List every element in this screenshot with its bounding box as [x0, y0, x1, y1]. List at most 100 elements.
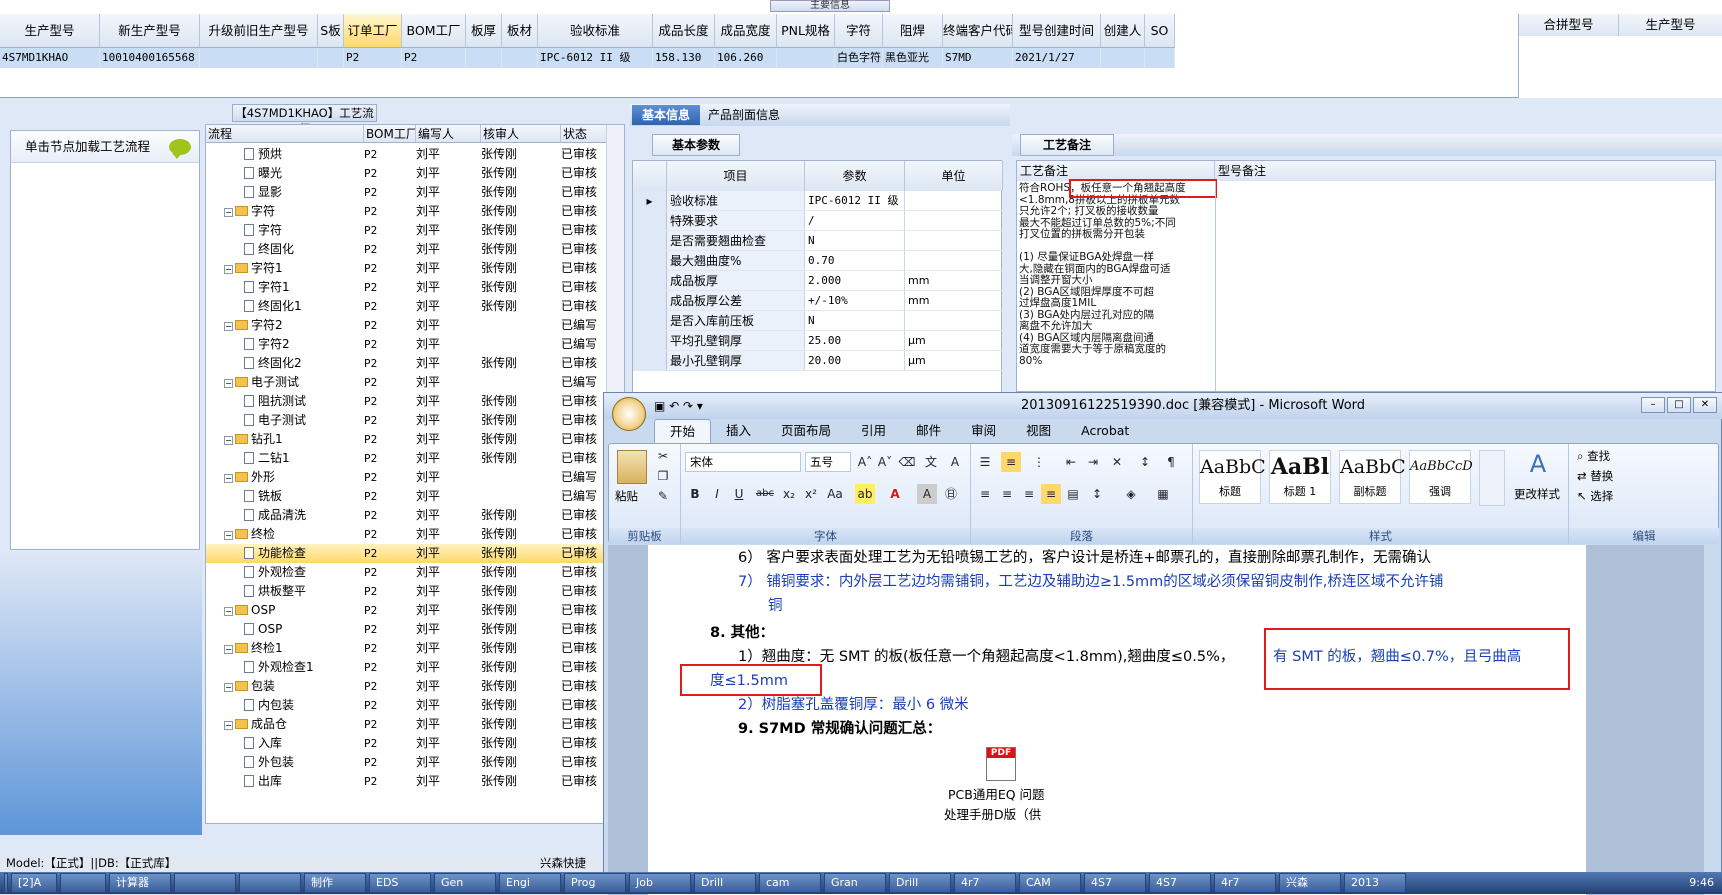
flow-node[interactable]: 预烘 [206, 145, 364, 164]
flow-node[interactable]: 成品清洗 [206, 506, 364, 525]
flow-node[interactable]: − 电子测试 [206, 373, 364, 392]
change-case-icon[interactable]: Aa [825, 484, 845, 504]
taskbar-button[interactable]: Gran [824, 873, 886, 893]
decrease-indent-icon[interactable]: ⇤ [1061, 452, 1081, 472]
flow-node[interactable]: 终固化1 [206, 297, 364, 316]
flow-node[interactable]: 电子测试 [206, 411, 364, 430]
tab-basic-info[interactable]: 基本信息 [632, 105, 700, 125]
flow-node[interactable]: OSP [206, 620, 364, 639]
top-cell[interactable]: P2 [402, 48, 466, 68]
top-col-header[interactable]: 字符 [835, 14, 883, 47]
ribbon-tab[interactable]: 视图 [1011, 419, 1066, 443]
notes-col-model[interactable]: 型号备注 [1215, 161, 1715, 181]
top-col-header[interactable]: SO [1145, 14, 1175, 47]
tab-basic-params[interactable]: 基本参数 [652, 134, 740, 156]
top-cell[interactable]: 10010400165568 [100, 48, 200, 68]
load-flow-button[interactable]: 单击节点加载工艺流程 [11, 131, 199, 163]
merge-model-header[interactable]: 合拼型号 [1519, 14, 1619, 36]
flow-tree-grid[interactable]: 流程 BOM工厂 编写人 核审人 状态 预烘 P2 刘平 张传刚 已审核 曝光 P2 刘平 张传… [205, 124, 625, 824]
flow-row[interactable]: − OSP P2 刘平 张传刚 已审核 [206, 601, 624, 620]
param-value[interactable]: 25.00 [805, 331, 905, 350]
top-col-header[interactable]: 型号创建时间 [1013, 14, 1101, 47]
taskbar-button[interactable]: Drill [694, 873, 756, 893]
top-cell[interactable] [1145, 48, 1175, 68]
flow-row[interactable]: 终固化2 P2 刘平 张传刚 已审核 [206, 354, 624, 373]
flow-node[interactable]: − 字符2 [206, 316, 364, 335]
clear-format-icon[interactable]: ⌫ [897, 452, 917, 472]
flow-row[interactable]: 终固化1 P2 刘平 张传刚 已审核 [206, 297, 624, 316]
row-selector[interactable] [633, 331, 667, 350]
flow-node[interactable]: 烘板整平 [206, 582, 364, 601]
top-cell[interactable]: 2021/1/27 [1013, 48, 1101, 68]
top-cell[interactable] [318, 48, 344, 68]
collapse-icon[interactable]: − [224, 265, 233, 274]
param-value[interactable]: +/-10% [805, 291, 905, 310]
taskbar-button[interactable] [60, 873, 106, 893]
param-row[interactable]: 最大翘曲度% 0.70 [633, 251, 1003, 271]
flow-node[interactable]: − OSP [206, 601, 364, 620]
param-row[interactable]: ▸ 验收标准 IPC-6012 II 级 [633, 191, 1003, 211]
collapse-icon[interactable]: − [224, 531, 233, 540]
highlight-icon[interactable]: ab [855, 484, 875, 504]
param-value[interactable]: IPC-6012 II 级 [805, 191, 905, 210]
style-item[interactable]: AaBbCcD 强调 [1409, 450, 1473, 504]
param-value[interactable]: N [805, 231, 905, 250]
top-cell[interactable] [466, 48, 502, 68]
flow-node[interactable]: 外观检查 [206, 563, 364, 582]
row-selector[interactable] [633, 291, 667, 310]
top-cell[interactable] [1101, 48, 1145, 68]
flow-row[interactable]: 终固化 P2 刘平 张传刚 已审核 [206, 240, 624, 259]
top-cell[interactable]: 106.260 [715, 48, 777, 68]
top-col-header[interactable]: 板厚 [466, 14, 502, 47]
replace-button[interactable]: ⇄ 替换 [1577, 468, 1613, 484]
show-marks-icon[interactable]: ¶ [1161, 452, 1181, 472]
find-button[interactable]: ⌕ 查找 [1577, 448, 1610, 464]
format-painter-icon[interactable]: ✎ [653, 486, 673, 506]
flow-node[interactable]: 外包装 [206, 753, 364, 772]
top-col-header[interactable]: BOM工厂 [402, 14, 466, 47]
taskbar-button[interactable]: Job [629, 873, 691, 893]
param-row[interactable]: 最小孔壁铜厚 20.00 μm [633, 351, 1003, 371]
taskbar-button[interactable]: 4r7 [1214, 873, 1276, 893]
flow-node[interactable]: 字符 [206, 221, 364, 240]
flow-node[interactable]: 显影 [206, 183, 364, 202]
flow-node[interactable]: 铣板 [206, 487, 364, 506]
flow-node[interactable]: 终固化 [206, 240, 364, 259]
document-page[interactable]: 6） 客户要求表面处理工艺为无铅喷锡工艺的，客户设计是桥连+邮票孔的，直接删除邮… [648, 545, 1586, 895]
font-color-icon[interactable]: A [885, 484, 905, 504]
taskbar-button[interactable]: EDS [369, 873, 431, 893]
flow-node[interactable]: − 钻孔1 [206, 430, 364, 449]
collapse-icon[interactable]: − [224, 607, 233, 616]
font-size-select[interactable]: 五号 [805, 452, 851, 472]
top-col-header[interactable]: 新生产型号 [100, 14, 200, 47]
param-value[interactable]: 0.70 [805, 251, 905, 270]
flow-node[interactable]: 入库 [206, 734, 364, 753]
param-row[interactable]: 是否入库前压板 N [633, 311, 1003, 331]
flow-node[interactable]: 终固化2 [206, 354, 364, 373]
subscript-icon[interactable]: x₂ [779, 484, 799, 504]
align-right-icon[interactable]: ≡ [1019, 484, 1039, 504]
params-col-value[interactable]: 参数 [805, 161, 905, 191]
ribbon-tab[interactable]: 开始 [654, 419, 712, 443]
flow-row[interactable]: − 外形 P2 刘平 已编写 [206, 468, 624, 487]
taskbar-button[interactable]: CAM [1019, 873, 1081, 893]
collapse-icon[interactable]: − [224, 474, 233, 483]
ribbon-tab[interactable]: Acrobat [1066, 419, 1144, 443]
flow-row[interactable]: 外观检查1 P2 刘平 张传刚 已审核 [206, 658, 624, 677]
flow-node[interactable]: 功能检查 [206, 544, 364, 563]
top-table-row[interactable]: 4S7MD1KHAO 10010400165568 P2 P2 IPC-6012 II … [0, 48, 1175, 68]
ribbon-tab[interactable]: 插入 [711, 419, 766, 443]
flow-row[interactable]: − 终检 P2 刘平 张传刚 已审核 [206, 525, 624, 544]
row-selector[interactable] [633, 211, 667, 230]
flow-row[interactable]: 外包装 P2 刘平 张传刚 已审核 [206, 753, 624, 772]
flow-row[interactable]: − 终检1 P2 刘平 张传刚 已审核 [206, 639, 624, 658]
process-note-text[interactable]: 符合ROHS，板任意一个角翘起高度 <1.8mm,8拼板以上的拼板单元数 只允许2个… [1019, 182, 1199, 367]
align-left-icon[interactable]: ≡ [975, 484, 995, 504]
bullets-icon[interactable]: ☰ [975, 452, 995, 472]
flow-node[interactable]: 阻抗测试 [206, 392, 364, 411]
flow-node[interactable]: 字符1 [206, 278, 364, 297]
top-col-header[interactable]: 板材 [502, 14, 538, 47]
top-col-header[interactable]: PNL规格 [777, 14, 835, 47]
font-name-select[interactable]: 宋体 [685, 452, 801, 472]
collapse-icon[interactable]: − [224, 683, 233, 692]
